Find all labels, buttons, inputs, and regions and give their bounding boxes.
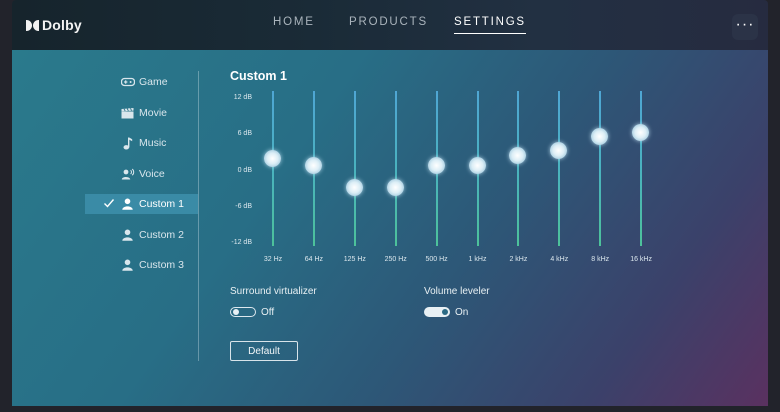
eq-slider-knob[interactable] bbox=[264, 150, 281, 168]
eq-scale-label: 6 dB bbox=[237, 130, 252, 137]
sidebar-item-label: Custom 1 bbox=[139, 198, 184, 210]
eq-slider-track[interactable] bbox=[353, 91, 356, 246]
eq-band: 250 Hz bbox=[376, 91, 416, 306]
person-icon bbox=[120, 228, 135, 242]
eq-slider-track[interactable] bbox=[394, 91, 397, 246]
toggle-knob bbox=[442, 309, 448, 315]
surround-virtualizer-state: Off bbox=[261, 307, 275, 318]
volume-leveler-label: Volume leveler bbox=[424, 286, 490, 297]
sidebar-item-label: Music bbox=[139, 137, 167, 149]
eq-band: 16 kHz bbox=[621, 91, 661, 306]
eq-band-frequency-label: 16 kHz bbox=[630, 256, 652, 263]
eq-slider-knob[interactable] bbox=[550, 141, 568, 159]
preset-title: Custom 1 bbox=[230, 69, 287, 83]
eq-band: 2 kHz bbox=[498, 91, 538, 306]
sidebar-item-music[interactable]: Music bbox=[85, 133, 198, 153]
person-icon bbox=[120, 258, 135, 272]
eq-scale-label: -12 dB bbox=[231, 239, 252, 246]
eq-slider-knob[interactable] bbox=[591, 127, 609, 145]
sidebar-item-custom-1[interactable]: Custom 1 bbox=[85, 194, 198, 214]
toggle-knob bbox=[233, 309, 239, 315]
eq-band-frequency-label: 32 Hz bbox=[263, 256, 283, 263]
eq-band: 500 Hz bbox=[417, 91, 457, 306]
eq-band-frequency-label: 125 Hz bbox=[343, 256, 366, 263]
eq-band: 64 Hz bbox=[294, 91, 334, 306]
nav-products[interactable]: PRODUCTS bbox=[349, 16, 428, 28]
eq-band: 125 Hz bbox=[335, 91, 375, 306]
sidebar-item-custom-3[interactable]: Custom 3 bbox=[85, 255, 198, 275]
sidebar-item-movie[interactable]: Movie bbox=[85, 103, 198, 123]
person-icon bbox=[120, 197, 135, 211]
eq-slider-knob[interactable] bbox=[468, 156, 486, 174]
surround-virtualizer-label: Surround virtualizer bbox=[230, 286, 317, 297]
clapperboard-icon bbox=[120, 106, 135, 120]
sidebar-item-label: Voice bbox=[139, 168, 165, 180]
eq-slider-track[interactable] bbox=[599, 91, 602, 246]
eq-slider-knob[interactable] bbox=[386, 179, 404, 197]
volume-leveler-toggle[interactable] bbox=[424, 307, 450, 317]
checkmark-icon bbox=[104, 199, 115, 208]
voice-icon bbox=[120, 167, 135, 181]
eq-band-frequency-label: 500 Hz bbox=[425, 256, 448, 263]
sidebar-item-voice[interactable]: Voice bbox=[85, 164, 198, 184]
eq-slider-knob[interactable] bbox=[632, 123, 650, 141]
nav-home[interactable]: HOME bbox=[273, 16, 315, 28]
dolby-logo-icon bbox=[26, 19, 39, 31]
nav-settings[interactable]: SETTINGS bbox=[454, 16, 526, 34]
sidebar-item-label: Movie bbox=[139, 107, 168, 119]
music-note-icon bbox=[120, 136, 135, 150]
eq-band-frequency-label: 4 kHz bbox=[550, 256, 569, 263]
sidebar-item-game[interactable]: Game bbox=[85, 72, 198, 92]
eq-scale-label: 12 dB bbox=[233, 94, 252, 101]
preset-sidebar: Game Movie Music Voice Custom 1 Custom 2… bbox=[12, 50, 198, 406]
eq-scale-label: 0 dB bbox=[237, 167, 252, 174]
eq-slider-knob[interactable] bbox=[345, 179, 363, 197]
eq-band-frequency-label: 8 kHz bbox=[591, 256, 610, 263]
eq-band: 8 kHz bbox=[580, 91, 620, 306]
eq-band: 32 Hz bbox=[253, 91, 293, 306]
eq-band: 1 kHz bbox=[458, 91, 498, 306]
eq-scale-label: -6 dB bbox=[235, 203, 252, 210]
eq-band-frequency-label: 250 Hz bbox=[384, 256, 407, 263]
sidebar-item-label: Custom 2 bbox=[139, 229, 184, 241]
more-options-button[interactable]: ··· bbox=[732, 14, 758, 40]
sidebar-item-label: Game bbox=[139, 76, 168, 88]
dolby-logo[interactable]: Dolby bbox=[26, 17, 82, 33]
eq-slider-knob[interactable] bbox=[427, 156, 445, 174]
eq-band-frequency-label: 2 kHz bbox=[509, 256, 528, 263]
sidebar-divider bbox=[198, 71, 199, 361]
sidebar-item-custom-2[interactable]: Custom 2 bbox=[85, 225, 198, 245]
top-bar: Dolby HOME PRODUCTS SETTINGS ··· bbox=[12, 0, 768, 50]
surround-virtualizer-toggle[interactable] bbox=[230, 307, 256, 317]
eq-slider-track[interactable] bbox=[640, 91, 643, 246]
eq-band-frequency-label: 1 kHz bbox=[468, 256, 487, 263]
settings-panel: Game Movie Music Voice Custom 1 Custom 2… bbox=[12, 50, 768, 406]
eq-band-frequency-label: 64 Hz bbox=[304, 256, 324, 263]
default-button[interactable]: Default bbox=[230, 341, 298, 361]
eq-slider-track[interactable] bbox=[517, 91, 520, 246]
eq-slider-knob[interactable] bbox=[509, 147, 527, 165]
eq-slider-knob[interactable] bbox=[304, 156, 322, 174]
eq-slider-track[interactable] bbox=[558, 91, 561, 246]
app-window: Dolby HOME PRODUCTS SETTINGS ··· Game Mo… bbox=[0, 0, 780, 412]
volume-leveler-state: On bbox=[455, 307, 469, 318]
sidebar-item-label: Custom 3 bbox=[139, 259, 184, 271]
brand-name: Dolby bbox=[42, 17, 82, 33]
gamepad-icon bbox=[120, 75, 135, 89]
eq-band: 4 kHz bbox=[539, 91, 579, 306]
eq-slider-track[interactable] bbox=[272, 91, 274, 246]
